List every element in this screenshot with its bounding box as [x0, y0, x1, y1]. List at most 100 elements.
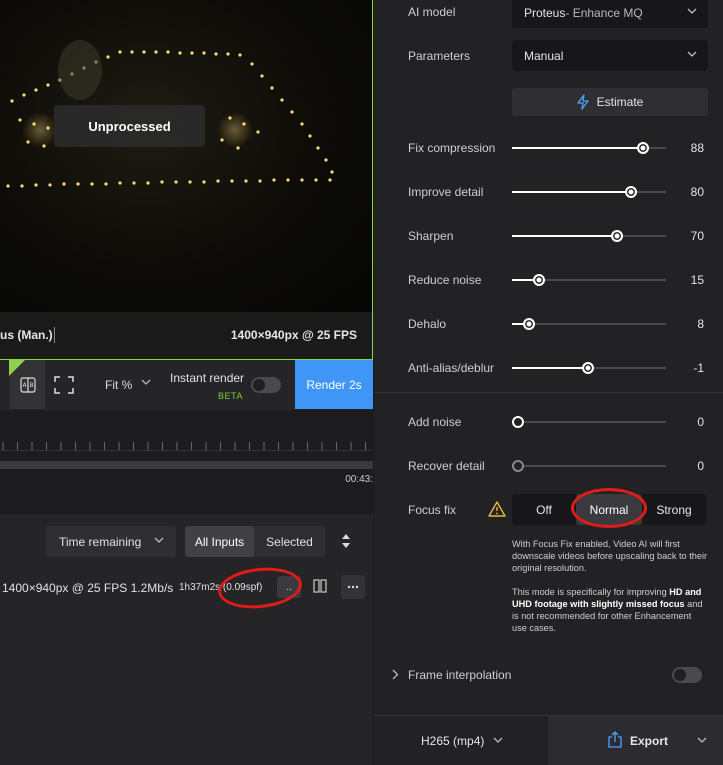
chevron-down-icon [687, 51, 697, 57]
annotation-circle [216, 563, 304, 613]
unprocessed-label: Unprocessed [54, 105, 205, 147]
queue-item-menu-button[interactable] [341, 575, 365, 599]
slider-label: Reduce noise [408, 273, 482, 287]
video-frame: Unprocessed [0, 0, 372, 312]
focus-fix-label: Focus fix [408, 503, 457, 517]
info-divider [54, 327, 55, 343]
timeline-track[interactable] [0, 461, 373, 469]
render-queue: Time remaining All Inputs Selected 1400×… [0, 514, 373, 765]
slider-track[interactable] [512, 186, 666, 198]
model-short-label: us (Man.) [0, 328, 53, 342]
time-remaining-label: Time remaining [59, 534, 142, 549]
estimate-label: Estimate [596, 95, 644, 109]
estimate-button[interactable]: Estimate [512, 88, 708, 116]
slider-track[interactable] [512, 362, 666, 374]
queue-item-resolution: 1400×940px @ 25 FPS 1.2Mb/s [2, 581, 174, 595]
annotation-circle [571, 488, 647, 528]
slider-thumb[interactable] [582, 362, 595, 374]
focus-fix-note: With Focus Fix enabled, Video AI will fi… [512, 539, 708, 573]
parameters-select[interactable]: Manual [512, 40, 708, 71]
slider-label: Add noise [408, 415, 462, 429]
note-text: This mode is specifically for improving [512, 587, 670, 597]
fit-zoom-select[interactable]: Fit % [105, 378, 132, 392]
timeline-ruler-line [0, 450, 373, 451]
fullscreen-icon[interactable] [54, 376, 74, 394]
render-button[interactable]: Render 2s [295, 360, 373, 409]
frame-interpolation-row[interactable]: Frame interpolation [374, 650, 723, 700]
section-divider [374, 392, 723, 393]
slider-label: Anti-alias/deblur [408, 361, 495, 375]
input-filter-segmented: All Inputs Selected [185, 526, 325, 557]
slider-thumb[interactable] [625, 186, 638, 198]
ai-model-value: Proteus [524, 5, 566, 20]
focus-fix-off[interactable]: Off [512, 494, 576, 525]
slider-track[interactable] [512, 274, 666, 286]
timecode-label: 00:43: [345, 474, 373, 485]
slider-thumb[interactable] [522, 318, 535, 330]
video-preview[interactable]: Unprocessed us (Man.) 1400×940px @ 25 FP… [0, 0, 373, 360]
svg-text:B: B [29, 382, 33, 389]
slider-label: Recover detail [408, 459, 485, 473]
slider-thumb[interactable] [512, 416, 525, 428]
slider-value: 88 [690, 141, 704, 155]
frame-interpolation-label: Frame interpolation [408, 668, 512, 682]
chevron-down-icon[interactable] [141, 379, 151, 386]
slider-fill [512, 367, 589, 369]
ai-model-select[interactable]: Proteus - Enhance MQ [512, 0, 708, 28]
slider-thumb[interactable] [532, 274, 545, 286]
instant-render-toggle[interactable] [251, 377, 281, 393]
preview-info-bar: us (Man.) 1400×940px @ 25 FPS [0, 312, 372, 359]
slider-value: 0 [697, 415, 704, 429]
slider-label: Dehalo [408, 317, 447, 331]
slider-value: 0 [697, 459, 704, 473]
sort-icon[interactable] [340, 532, 352, 550]
svg-text:A: A [22, 382, 27, 389]
export-button[interactable]: Export [548, 716, 723, 765]
resolution-label: 1400×940px @ 25 FPS [230, 328, 357, 342]
instant-render-label: Instant render [170, 371, 245, 385]
parameters-value: Manual [524, 48, 564, 63]
slider-track[interactable] [512, 318, 666, 330]
focus-fix-strong[interactable]: Strong [642, 494, 706, 525]
slider-value: 15 [690, 273, 704, 287]
preview-controls-bar: A B Fit % Instant render BETA Render 2s [0, 360, 373, 410]
warning-icon[interactable] [488, 501, 506, 517]
slider-value: 8 [697, 317, 704, 331]
share-icon [608, 731, 622, 748]
chevron-right-icon [392, 669, 399, 680]
toggle-knob [253, 379, 265, 391]
slider-thumb[interactable] [512, 460, 525, 472]
slider-track[interactable] [512, 460, 666, 472]
timeline[interactable]: 00:43: [0, 410, 373, 514]
filter-all-inputs[interactable]: All Inputs [185, 526, 254, 557]
chevron-down-icon [687, 8, 697, 14]
video-lights-image [6, 40, 334, 188]
compare-active-marker [9, 360, 25, 376]
slider-value: -1 [693, 361, 704, 375]
toggle-knob [674, 669, 686, 681]
beta-badge: BETA [218, 391, 243, 401]
export-bar: H265 (mp4) Export [374, 715, 723, 765]
more-dots-icon [347, 585, 359, 589]
slider-track[interactable] [512, 142, 666, 154]
time-remaining-select[interactable]: Time remaining [46, 526, 176, 557]
compare-columns-icon[interactable] [313, 578, 327, 594]
export-label: Export [630, 734, 669, 748]
slider-thumb[interactable] [636, 142, 649, 154]
slider-label: Sharpen [408, 229, 454, 243]
slider-thumb[interactable] [611, 230, 624, 242]
parameters-label: Parameters [408, 49, 471, 63]
filter-selected[interactable]: Selected [254, 526, 325, 557]
slider-track[interactable] [512, 416, 666, 428]
slider-fill [512, 191, 632, 193]
slider-track[interactable] [512, 230, 666, 242]
chevron-down-icon[interactable] [697, 737, 707, 744]
compare-icon: A B [19, 376, 36, 393]
frame-interpolation-toggle[interactable] [672, 667, 702, 683]
codec-select[interactable]: H265 (mp4) [421, 734, 484, 748]
chevron-down-icon[interactable] [493, 737, 503, 744]
slider-fill [512, 235, 618, 237]
enhancement-panel: AI model Proteus - Enhance MQ Parameters… [374, 0, 723, 765]
slider-fill [512, 147, 643, 149]
chevron-down-icon [154, 537, 164, 543]
